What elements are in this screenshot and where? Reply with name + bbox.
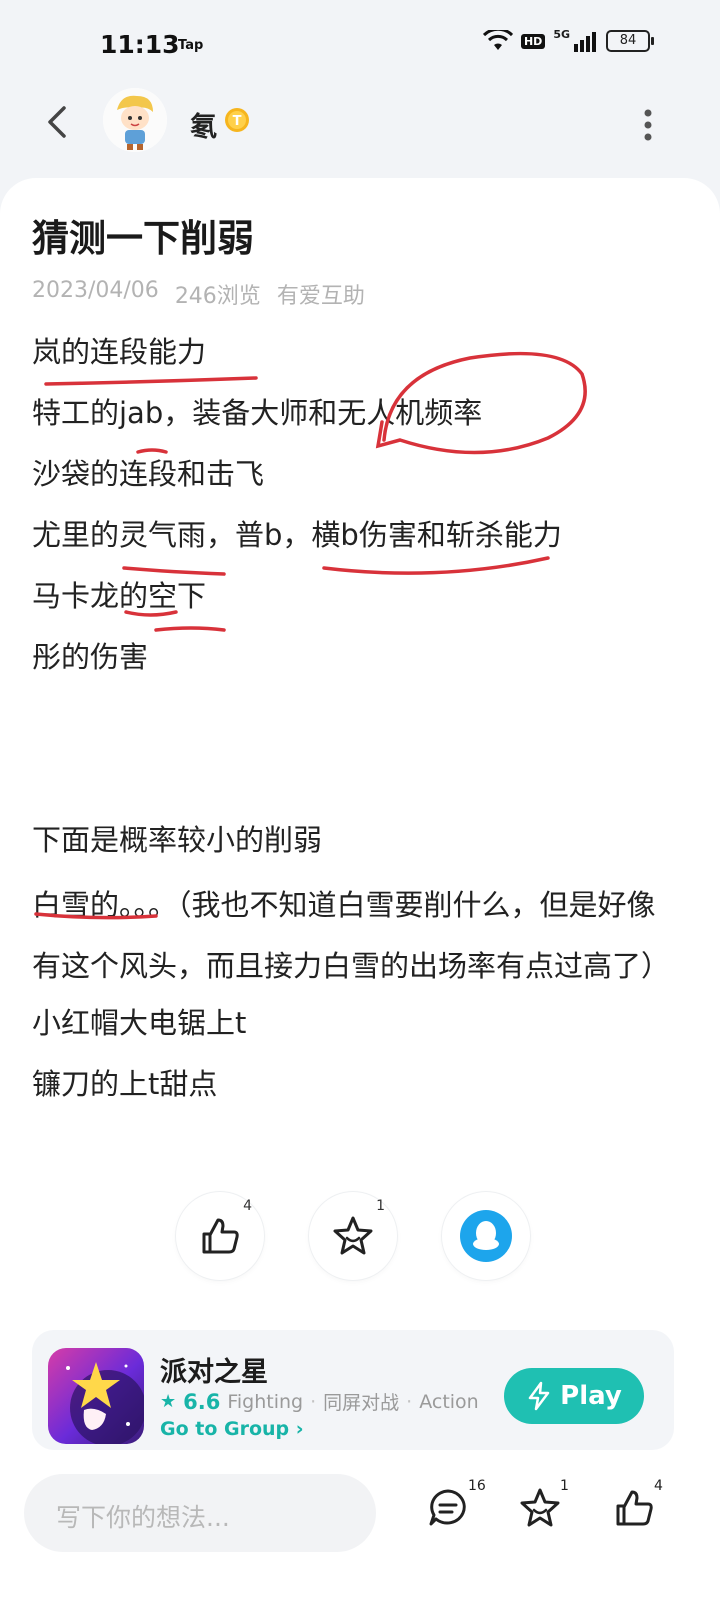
go-to-group-label: Go to Group [160, 1418, 290, 1440]
post-title: 猜测一下削弱 [32, 217, 254, 260]
post-date: 2023/04/06 [32, 278, 159, 303]
play-label: Play [560, 1381, 622, 1411]
game-tag: Fighting [227, 1390, 304, 1413]
like-button[interactable]: 4 [176, 1192, 264, 1280]
comment-count: 16 [468, 1478, 486, 1494]
post-line: 彤的伤害 [32, 640, 149, 674]
avatar-character-image [103, 88, 167, 152]
bottom-like-count: 4 [654, 1478, 663, 1494]
signal-icon [574, 32, 596, 52]
lightning-icon [528, 1381, 550, 1411]
go-to-group-link[interactable]: Go to Group › [160, 1418, 304, 1440]
star-icon [520, 1488, 560, 1527]
post-views: 246浏览 [174, 284, 261, 309]
share-qq-button[interactable] [442, 1192, 530, 1280]
game-card[interactable]: 派对之星 ★ 6.6 Fighting · 同屏对战 · Action Go t… [32, 1330, 674, 1450]
star-icon [333, 1216, 373, 1255]
post-line: 沙袋的连段和击飞 [32, 457, 265, 491]
game-app-icon [48, 1348, 144, 1444]
game-tag: Action [419, 1390, 479, 1413]
user-avatar[interactable] [103, 88, 167, 152]
game-name: 派对之星 [160, 1357, 268, 1388]
post-line: 小红帽大电锯上t [32, 1006, 247, 1040]
play-button[interactable]: Play [504, 1368, 644, 1424]
level-badge-icon: T [225, 108, 249, 132]
game-meta: ★ 6.6 Fighting · 同屏对战 · Action [160, 1388, 479, 1415]
post-body: 岚的连段能力 特工的jab，装备大师和无人机频率 沙袋的连段和击飞 尤里的灵气雨… [32, 326, 682, 1119]
thumbs-up-icon [616, 1490, 653, 1526]
status-icons: HD 5G 84 [482, 27, 654, 52]
post-card: 猜测一下削弱 2023/04/06 246浏览 有爱互助 岚的连段能力 特工的j… [0, 178, 720, 1456]
comments-button[interactable]: 16 [426, 1478, 486, 1534]
battery-icon: 84 [606, 30, 654, 52]
comment-input[interactable]: 写下你的想法... [24, 1474, 376, 1552]
separator-dot: · [406, 1390, 413, 1413]
bottom-favorite-count: 1 [560, 1478, 569, 1494]
bottom-like-button[interactable]: 4 [612, 1478, 663, 1534]
qq-icon [473, 1221, 499, 1250]
game-logo-image [66, 1362, 144, 1444]
game-tag: 同屏对战 [323, 1392, 400, 1414]
post-line: 下面是概率较小的削弱 [32, 823, 323, 857]
post-line: 特工的jab，装备大师和无人机频率 [32, 396, 483, 430]
username[interactable]: 氡 [190, 105, 217, 144]
status-time: 11:13 [100, 30, 180, 59]
qq-icon-bg [460, 1210, 512, 1262]
more-options-icon[interactable] [636, 105, 660, 145]
thumbs-up-icon [202, 1218, 239, 1254]
post-line: 马卡龙的空下 [32, 579, 207, 613]
rating-star-icon: ★ [160, 1391, 177, 1412]
game-rating: 6.6 [183, 1389, 221, 1414]
wifi-icon [482, 30, 513, 50]
carrier-app-label: Tap [178, 38, 204, 53]
post-header: 氡 T [0, 85, 720, 175]
like-count: 4 [243, 1198, 252, 1214]
post-meta: 2023/04/06 246浏览 有爱互助 [32, 278, 365, 310]
chevron-right-icon: › [295, 1418, 304, 1440]
network-label: 5G [553, 27, 570, 41]
level-badge-text: T [233, 114, 242, 129]
post-line: 岚的连段能力 [32, 335, 207, 369]
bottom-favorite-button[interactable]: 1 [518, 1478, 569, 1534]
post-actions: 4 1 [0, 1192, 720, 1282]
favorite-count: 1 [376, 1198, 385, 1214]
hd-badge: HD [520, 33, 546, 49]
post-line: 镰刀的上t甜点 [32, 1067, 218, 1101]
post-category[interactable]: 有爱互助 [277, 278, 365, 310]
favorite-button[interactable]: 1 [309, 1192, 397, 1280]
post-line: 白雪的。。。（我也不知道白雪要削什么，但是好像有这个风头，而且接力白雪的出场率有… [32, 888, 671, 983]
status-bar: 11:13 Tap HD 5G 84 [0, 0, 720, 90]
comment-icon [429, 1489, 466, 1526]
comment-placeholder: 写下你的想法... [56, 1503, 230, 1532]
separator-dot: · [310, 1390, 317, 1413]
back-arrow-icon[interactable] [38, 102, 78, 142]
bottom-bar: 写下你的想法... 16 1 4 [0, 1456, 720, 1600]
post-line: 尤里的灵气雨，普b，横b伤害和斩杀能力 [32, 518, 562, 552]
